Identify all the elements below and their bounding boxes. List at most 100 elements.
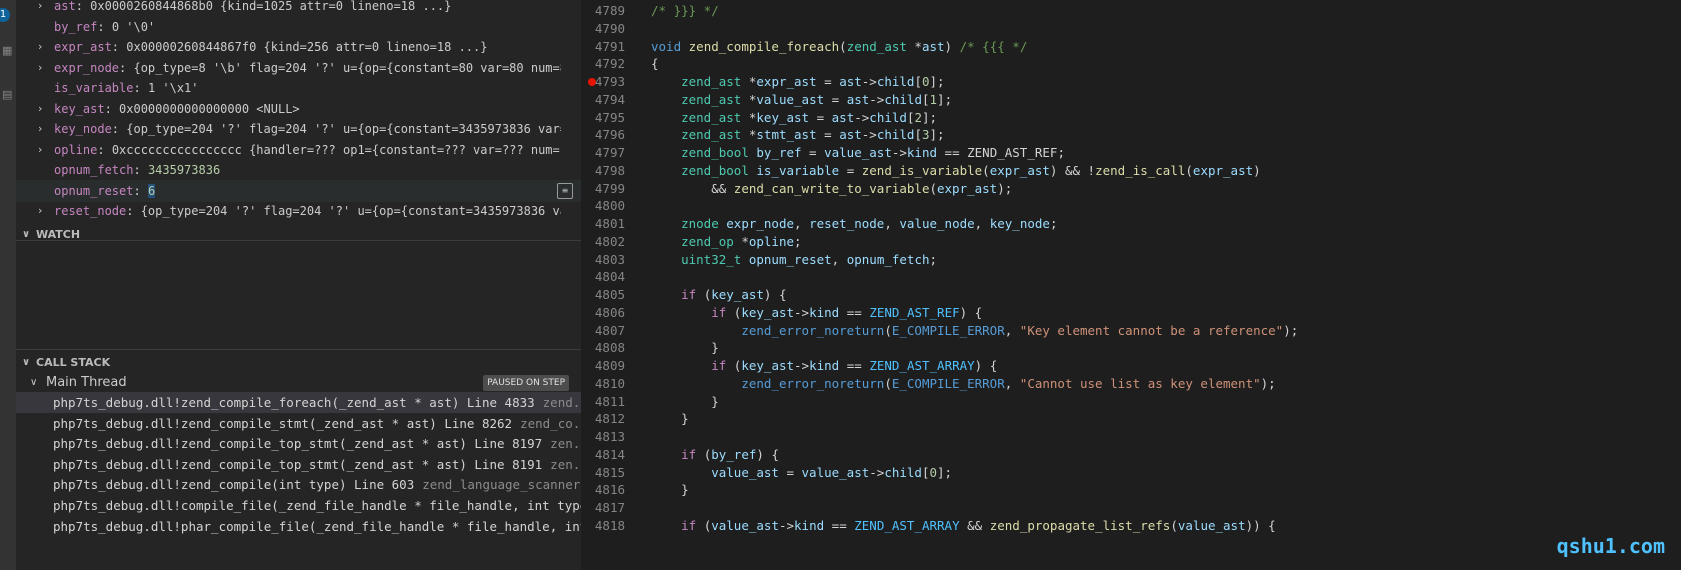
chevron-right-icon[interactable]: › — [38, 139, 42, 161]
line-number: 4812 — [594, 411, 625, 427]
code-line: 4816 } — [581, 481, 1681, 499]
stack-frame[interactable]: php7ts_debug.dll!compile_file(_zend_file… — [16, 495, 581, 516]
variable-name: opline — [54, 142, 98, 157]
code-line: 4794 zend_ast *value_ast = ast->child[1]… — [581, 91, 1681, 109]
stack-frame[interactable]: php7ts_debug.dll!phar_compile_file(_zend… — [16, 516, 581, 537]
code-line: 4813 — [581, 428, 1681, 446]
thread-main[interactable]: ∨ Main Thread PAUSED ON STEP — [16, 372, 581, 394]
code-text: } — [651, 340, 719, 356]
variable-row[interactable]: › expr_ast: 0x00000260844867f0 {kind=256 … — [16, 36, 581, 58]
line-number: 4791 — [594, 38, 625, 54]
variable-name: opnum_fetch — [54, 163, 134, 177]
chevron-right-icon[interactable]: › — [38, 118, 42, 140]
code-line: 4797 zend_bool by_ref = value_ast->kind … — [581, 144, 1681, 162]
code-text: zend_op *opline; — [681, 233, 802, 249]
extensions-icon[interactable]: ▦ — [2, 44, 12, 57]
frame-label: php7ts_debug.dll!zend_compile(int type) … — [53, 474, 581, 495]
code-line: 4792 { — [581, 55, 1681, 73]
variable-value: 0 '\0' — [111, 19, 156, 34]
chevron-right-icon[interactable]: › — [38, 98, 42, 120]
line-number: 4808 — [594, 340, 625, 356]
stack-frame[interactable]: php7ts_debug.dll!zend_compile_top_stmt(_… — [16, 433, 581, 454]
variable-value: {op_type=204 '?' flag=204 '?' u={op={con… — [126, 122, 561, 136]
section-divider — [16, 349, 581, 350]
line-number: 4817 — [594, 500, 625, 515]
variable-row[interactable]: › opline: 0xcccccccccccccccc {handler=???… — [16, 139, 581, 161]
chevron-right-icon[interactable]: › — [38, 57, 42, 79]
code-line: 4805 if (key_ast) { — [581, 286, 1681, 304]
code-line: 4815 value_ast = value_ast->child[0]; — [581, 464, 1681, 482]
line-number: 4794 — [594, 91, 625, 107]
code-line: 4817 — [581, 499, 1681, 517]
frame-source: zen... — [550, 436, 581, 452]
chevron-right-icon[interactable]: › — [38, 0, 42, 17]
variable-row[interactable]: › expr_node: {op_type=8 '\b' flag=204 '?'… — [16, 57, 581, 79]
code-text: zend_ast *value_ast = ast->child[1]; — [681, 91, 953, 107]
variable-row[interactable]: is_variable: 1 '\x1' — [16, 77, 581, 99]
code-text: zend_bool is_variable = zend_is_variable… — [681, 162, 1261, 178]
line-number: 4811 — [594, 393, 625, 409]
copy-value-icon[interactable]: ≡ — [557, 182, 573, 199]
line-number: 4799 — [594, 180, 625, 196]
code-text: zend_ast *key_ast = ast->child[2]; — [681, 109, 938, 125]
variable-value: 3435973836 — [147, 163, 221, 177]
code-text: } — [651, 411, 689, 427]
code-text: zend_ast *stmt_ast = ast->child[3]; — [681, 127, 945, 143]
remote-icon[interactable]: ▤ — [2, 88, 12, 101]
line-number: 4810 — [594, 375, 625, 391]
chevron-right-icon[interactable]: › — [38, 200, 42, 222]
stack-frame[interactable]: php7ts_debug.dll!zend_compile_top_stmt(_… — [16, 454, 581, 475]
line-number: 4807 — [594, 322, 625, 338]
line-number: 4792 — [594, 56, 625, 72]
variable-name: ast — [54, 0, 76, 13]
variable-name: by_ref — [54, 19, 98, 34]
variable-name: key_ast — [54, 101, 105, 116]
stack-frame[interactable]: php7ts_debug.dll!zend_compile_stmt(_zend… — [16, 413, 581, 434]
variable-row[interactable]: › key_ast: 0x0000000000000000 <NULL> — [16, 98, 581, 120]
variable-text: ast: 0x0000260844868b0 {kind=1025 attr=0… — [54, 0, 452, 13]
stack-frame[interactable]: php7ts_debug.dll!zend_compile_foreach(_z… — [16, 392, 581, 413]
code-text: uint32_t opnum_reset, opnum_fetch; — [681, 251, 938, 267]
code-text: zend_error_noreturn(E_COMPILE_ERROR, "Ke… — [741, 322, 1299, 338]
watch-label: WATCH — [36, 228, 81, 241]
variable-row[interactable]: opnum_reset: 6 ≡ — [16, 179, 581, 202]
variable-text: opline: 0xcccccccccccccccc {handler=??? … — [54, 139, 561, 161]
code-editor[interactable]: 4789 /* }}} */ 4790 4791 void zend_compile_f… — [581, 0, 1681, 570]
chevron-right-icon[interactable]: › — [38, 36, 42, 58]
code-line: 4811 } — [581, 393, 1681, 411]
callstack-label: CALL STACK — [36, 356, 111, 369]
variable-row[interactable]: › key_node: {op_type=204 '?' flag=204 '?'… — [16, 118, 581, 140]
variable-value: 0x0000260844868b0 {kind=1025 attr=0 line… — [90, 0, 452, 13]
code-line: 4789 /* }}} */ — [581, 2, 1681, 20]
variable-row[interactable]: by_ref: 0 '\0' — [16, 16, 581, 38]
variable-name: is_variable — [54, 81, 134, 95]
line-number: 4801 — [594, 216, 625, 231]
code-line: 4796 zend_ast *stmt_ast = ast->child[3]; — [581, 126, 1681, 144]
code-line: 4809 if (key_ast->kind == ZEND_AST_ARRAY… — [581, 357, 1681, 375]
frame-label: php7ts_debug.dll!zend_compile_top_stmt(_… — [53, 454, 581, 475]
watch-section-header[interactable]: ∨ WATCH — [16, 224, 581, 246]
code-line: 4818 if (value_ast->kind == ZEND_AST_ARR… — [581, 517, 1681, 535]
variable-value: 6 — [147, 183, 156, 198]
paused-status-badge: PAUSED ON STEP — [483, 375, 569, 391]
code-line: 4790 — [581, 20, 1681, 38]
code-text: zend_error_noreturn(E_COMPILE_ERROR, "Ca… — [741, 375, 1276, 391]
code-text: if (key_ast->kind == ZEND_AST_ARRAY) { — [711, 358, 998, 373]
callstack-section-header[interactable]: ∨ CALL STACK — [16, 352, 581, 374]
variable-row[interactable]: › ast: 0x0000260844868b0 {kind=1025 attr=… — [16, 0, 581, 17]
line-number: 4814 — [594, 446, 625, 462]
variable-name: expr_ast — [54, 40, 112, 54]
stack-frame[interactable]: php7ts_debug.dll!zend_compile(int type) … — [16, 474, 581, 495]
code-line: 4814 if (by_ref) { — [581, 446, 1681, 464]
variable-text: reset_node: {op_type=204 '?' flag=204 '?… — [54, 200, 561, 222]
line-number: 4798 — [594, 162, 625, 178]
chevron-down-icon: ∨ — [22, 229, 31, 240]
variable-value: 1 '\x1' — [147, 81, 199, 95]
code-line: 4803 uint32_t opnum_reset, opnum_fetch; — [581, 251, 1681, 269]
variable-row[interactable]: opnum_fetch: 3435973836 — [16, 159, 581, 181]
variable-row[interactable]: › reset_node: {op_type=204 '?' flag=204 '… — [16, 200, 581, 222]
variable-text: is_variable: 1 '\x1' — [54, 81, 199, 95]
code-text: value_ast = value_ast->child[0]; — [711, 464, 953, 480]
line-number: 4803 — [594, 251, 625, 267]
chevron-down-icon: ∨ — [22, 357, 31, 368]
